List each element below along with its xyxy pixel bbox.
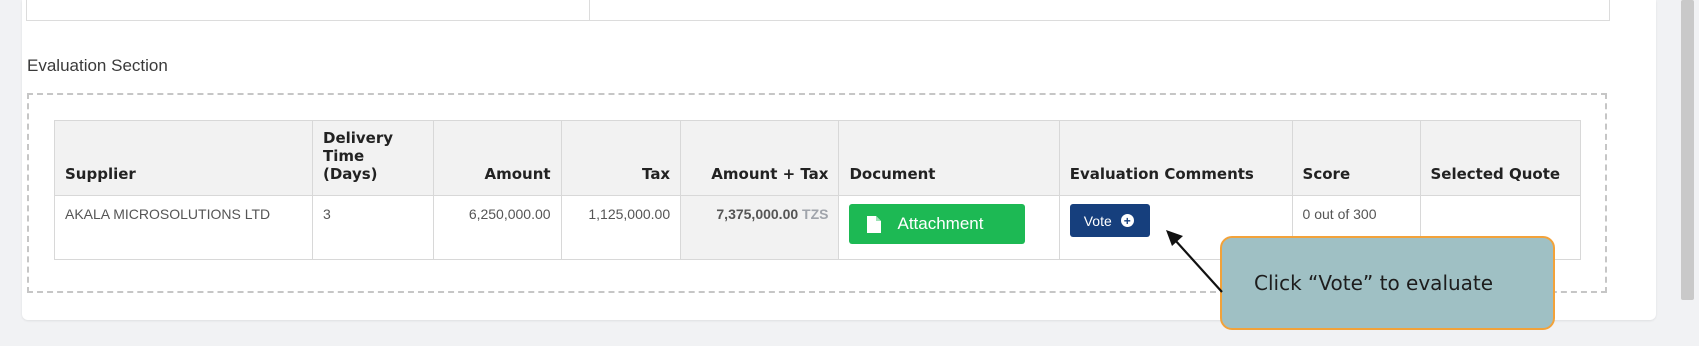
supplier-cell[interactable]: AKALA MICROSOLUTIONS LTD	[54, 195, 313, 260]
amount-plus-tax-cell: 7,375,000.00 TZS	[680, 195, 840, 260]
column-header-delivery-time: Delivery Time (Days)	[312, 120, 434, 196]
amount-cell: 6,250,000.00	[432, 195, 562, 260]
delivery-time-cell: 3	[312, 195, 434, 260]
table-column-divider	[589, 0, 590, 20]
section-title: Evaluation Section	[27, 56, 168, 75]
tax-cell: 1,125,000.00	[560, 195, 682, 260]
column-header-selected-quote: Selected Quote	[1419, 120, 1581, 196]
column-header-evaluation-comments: Evaluation Comments	[1058, 120, 1293, 196]
vertical-scrollbar[interactable]	[1677, 0, 1699, 346]
column-header-score: Score	[1291, 120, 1421, 196]
delivery-header-line2: Time (Days)	[323, 147, 378, 183]
file-icon	[867, 215, 882, 233]
vote-button[interactable]: Vote +	[1069, 204, 1150, 237]
total-value: 7,375,000.00	[716, 206, 799, 222]
column-header-document: Document	[838, 120, 1060, 196]
column-header-supplier: Supplier	[54, 120, 313, 196]
document-cell: Attachment	[838, 195, 1060, 260]
scrollbar-thumb[interactable]	[1681, 0, 1694, 300]
column-header-amount: Amount	[432, 120, 562, 196]
callout-text: Click “Vote” to evaluate	[1254, 271, 1494, 295]
currency-label: TZS	[802, 206, 829, 222]
delivery-header-line1: Delivery	[323, 129, 394, 147]
vote-button-label: Vote	[1083, 212, 1112, 229]
previous-table-edge	[26, 0, 1610, 21]
attachment-button-label: Attachment	[897, 214, 984, 233]
table-header-row: Supplier Delivery Time (Days) Amount Tax…	[54, 120, 1581, 196]
attachment-button[interactable]: Attachment	[849, 204, 1026, 244]
vote-hint-callout: Click “Vote” to evaluate	[1220, 236, 1555, 330]
column-header-amount-plus-tax: Amount + Tax	[680, 120, 840, 196]
plus-circle-icon: +	[1120, 214, 1134, 227]
column-header-tax: Tax	[560, 120, 682, 196]
